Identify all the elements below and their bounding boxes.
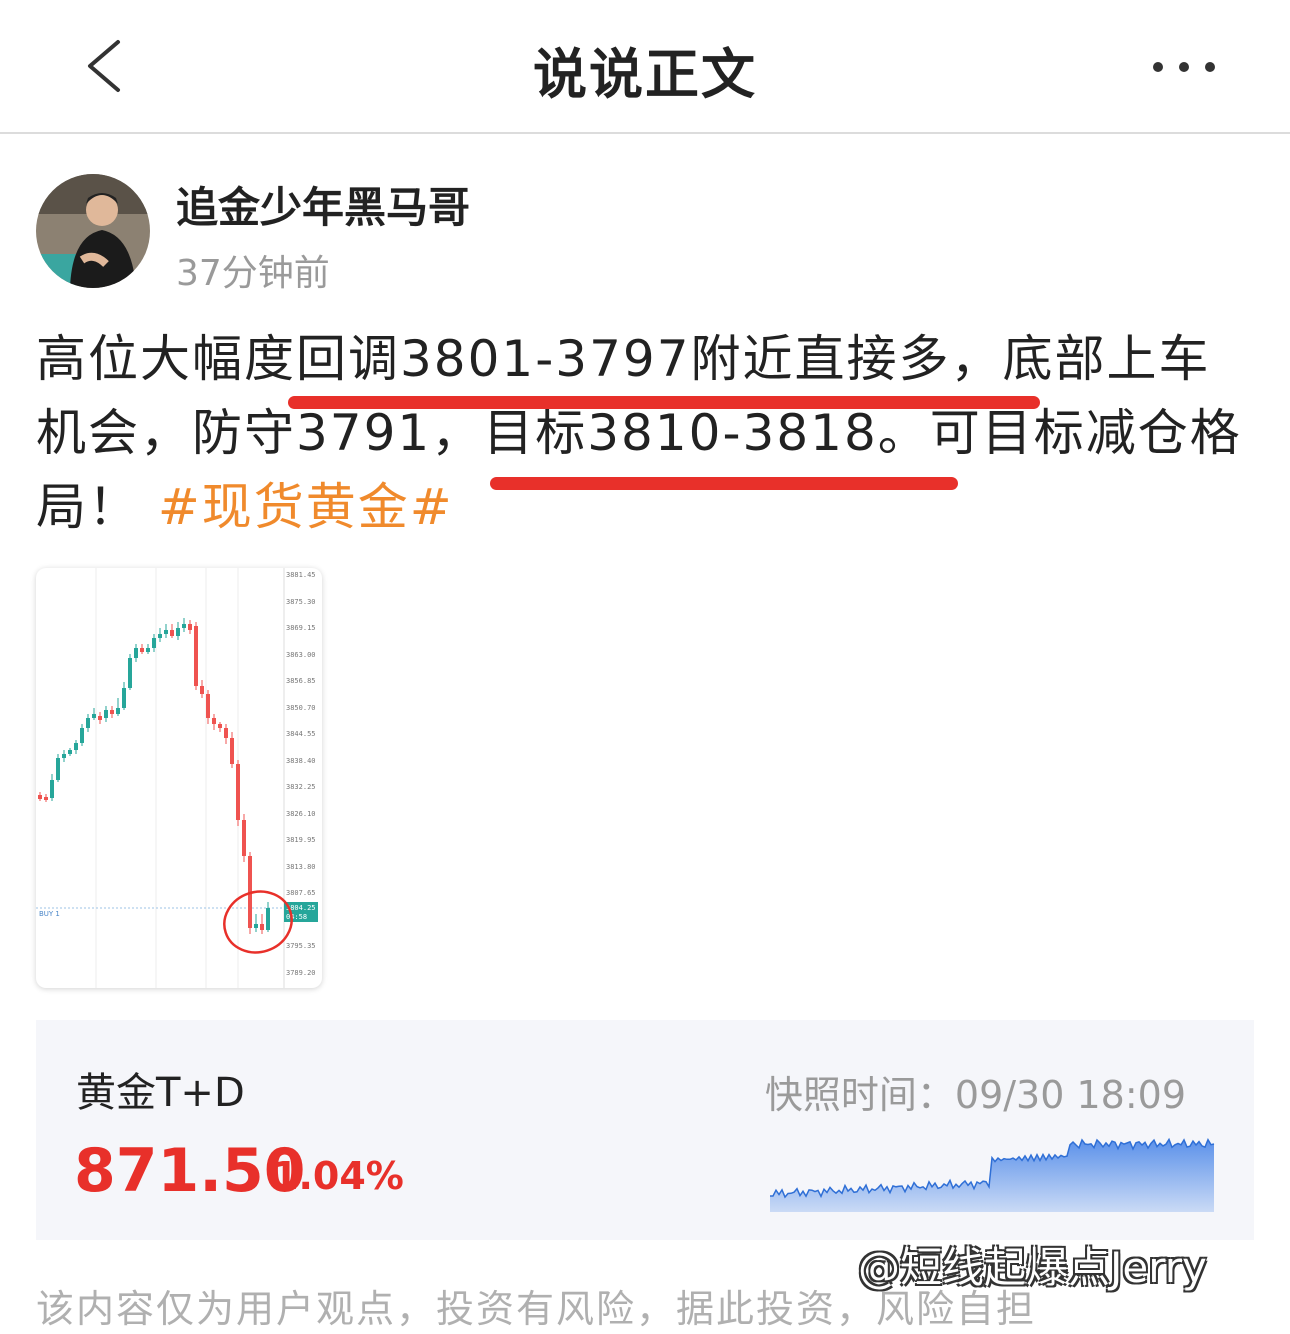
price-tick-label: 3856.85	[286, 677, 316, 685]
page-title: 说说正文	[533, 43, 757, 106]
highlight-underline-2	[490, 477, 958, 490]
quote-card[interactable]: 黄金T+D 快照时间：09/30 18:09 871.50 1.04%	[36, 1020, 1254, 1240]
watermark: @短线起爆点Jerry	[858, 1243, 1207, 1292]
candle-body	[182, 624, 186, 628]
candle-body	[212, 718, 216, 724]
author-name[interactable]: 追金少年黑马哥	[176, 174, 470, 235]
candle-body	[188, 624, 192, 630]
price-tick-label: 3881.45	[286, 571, 316, 579]
candle-body	[92, 714, 96, 718]
highlight-underline-1	[288, 396, 1040, 409]
sparkline-area	[770, 1139, 1214, 1212]
snapshot-time: 快照时间：09/30 18:09	[764, 1073, 1186, 1117]
candle-body	[44, 797, 48, 800]
price-tick-label: 3807.65	[286, 889, 316, 897]
quote-price: 871.50	[74, 1136, 306, 1206]
candle-body	[110, 710, 114, 714]
price-tick-label: 3795.35	[286, 942, 316, 950]
post-text-line-1: 高位大幅度回调3801-3797附近直接多，底部上车	[36, 330, 1211, 388]
price-tick-label: 3838.40	[286, 757, 316, 765]
post-time: 37分钟前	[176, 253, 330, 294]
candle-body	[38, 795, 42, 799]
avatar[interactable]	[36, 174, 150, 288]
buy-order-label: BUY 1	[39, 910, 60, 918]
candle-body	[236, 764, 240, 820]
candle-body	[68, 750, 72, 754]
candle-body	[170, 630, 174, 636]
candle-body	[218, 724, 222, 728]
candle-body	[122, 688, 126, 708]
candle-body	[56, 758, 60, 780]
chart-thumbnail[interactable]: 3881.45 3875.30 3869.15 3863.00 3856.85 3850.…	[36, 568, 322, 988]
candle-body	[200, 686, 204, 694]
candle-body	[230, 738, 234, 764]
candle-body	[50, 780, 54, 798]
candle-body	[260, 924, 264, 930]
post-text: 高位大幅度回调3801-3797附近直接多，底部上车 机会，防守3791，目标3…	[36, 322, 1258, 544]
candle-body	[62, 754, 66, 758]
price-tick-label: 3850.70	[286, 704, 316, 712]
hashtag-link[interactable]: #现货黄金#	[158, 478, 454, 536]
current-price-timer: 04:58	[286, 913, 307, 921]
candle-body	[98, 716, 102, 720]
candle-body	[242, 820, 246, 856]
price-tick-label: 3844.55	[286, 730, 316, 738]
candle-body	[224, 728, 228, 738]
price-tick-label: 3813.80	[286, 863, 316, 871]
candle-body	[134, 648, 138, 658]
candle-body	[86, 718, 90, 728]
more-dots-icon[interactable]	[1148, 56, 1220, 78]
candle-body	[194, 626, 198, 686]
candle-body	[104, 710, 108, 718]
quote-name: 黄金T+D	[76, 1070, 245, 1116]
price-tick-label: 3869.15	[286, 624, 316, 632]
candle-body	[254, 924, 258, 928]
candle-body	[164, 630, 168, 634]
price-tick-label: 3875.30	[286, 598, 316, 606]
post-text-line-3-body: 局！	[36, 478, 140, 536]
candle-body	[266, 908, 270, 930]
price-tick-label: 3819.95	[286, 836, 316, 844]
candle-body	[128, 658, 132, 688]
candle-body	[116, 708, 120, 714]
price-tick-label: 3863.00	[286, 651, 316, 659]
candle-body	[152, 638, 156, 648]
candle-body	[140, 648, 144, 652]
price-tick-label: 3789.20	[286, 969, 316, 977]
candle-body	[146, 648, 150, 652]
top-bar: 说说正文	[0, 0, 1290, 134]
quote-change: 1.04%	[272, 1154, 404, 1198]
candle-body	[176, 628, 180, 636]
price-sparkline	[770, 1137, 1215, 1212]
candle-body	[74, 743, 78, 750]
price-tick-label: 3832.25	[286, 783, 316, 791]
candle-body	[80, 728, 84, 743]
candle-body	[206, 694, 210, 718]
price-tick-label: 3826.10	[286, 810, 316, 818]
candle-body	[158, 634, 162, 638]
candlestick-chart: 3881.45 3875.30 3869.15 3863.00 3856.85 3850.…	[36, 568, 318, 988]
